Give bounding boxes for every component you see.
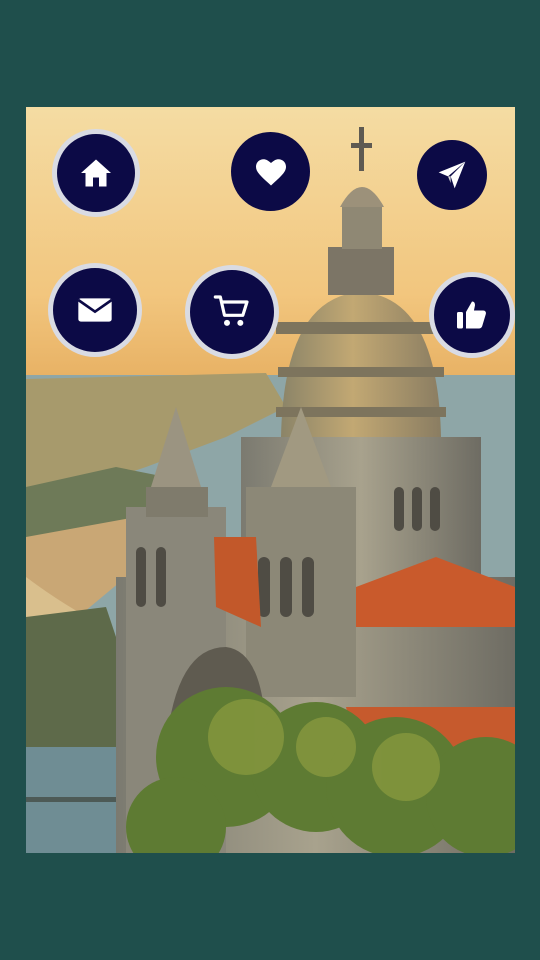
mail-button[interactable]	[48, 263, 142, 357]
cart-button[interactable]	[185, 265, 279, 359]
favorite-button[interactable]	[231, 132, 310, 211]
cathedral-illustration	[26, 107, 515, 853]
send-button[interactable]	[417, 140, 487, 210]
heart-icon	[255, 158, 286, 185]
cart-icon	[213, 295, 249, 326]
background-photo	[26, 107, 515, 853]
paper-plane-icon	[438, 161, 466, 189]
home-icon	[81, 159, 111, 187]
like-button[interactable]	[429, 272, 515, 358]
thumbs-up-icon	[457, 301, 486, 329]
mail-icon	[77, 298, 113, 322]
home-button[interactable]	[52, 129, 140, 217]
